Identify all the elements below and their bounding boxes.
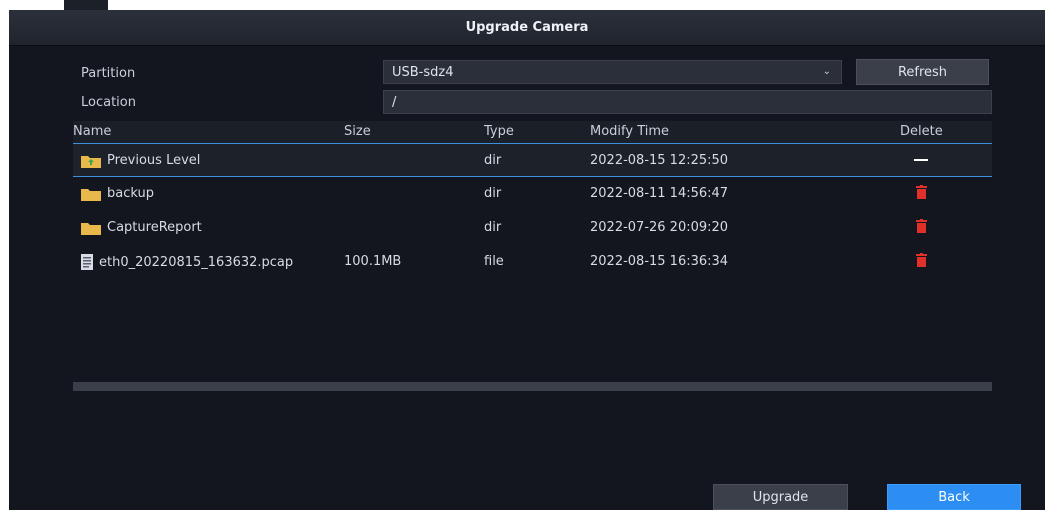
partition-select[interactable]: USB-sdz4 ⌄ bbox=[383, 60, 842, 84]
table-header: Name Size Type Modify Time Delete bbox=[73, 121, 992, 143]
location-value: / bbox=[392, 94, 397, 110]
dash-icon bbox=[914, 159, 928, 161]
back-button[interactable]: Back bbox=[887, 484, 1021, 510]
table-row-previous-level[interactable]: Previous Level dir 2022-08-15 12:25:50 bbox=[73, 143, 992, 177]
horizontal-scrollbar[interactable] bbox=[73, 382, 992, 391]
location-label: Location bbox=[81, 95, 136, 110]
row-modify-time: 2022-08-11 14:56:47 bbox=[590, 186, 729, 201]
refresh-button[interactable]: Refresh bbox=[856, 59, 989, 85]
row-name: Previous Level bbox=[107, 153, 201, 168]
trash-icon[interactable] bbox=[916, 185, 927, 203]
chevron-down-icon: ⌄ bbox=[822, 66, 831, 77]
column-header-modify-time[interactable]: Modify Time bbox=[590, 124, 669, 139]
file-icon bbox=[81, 254, 93, 270]
upgrade-button[interactable]: Upgrade bbox=[713, 484, 848, 510]
folder-icon bbox=[81, 187, 101, 201]
file-table: Name Size Type Modify Time Delete Previo… bbox=[73, 121, 992, 391]
location-field[interactable]: / bbox=[383, 90, 992, 114]
row-type: file bbox=[484, 254, 504, 269]
row-type: dir bbox=[484, 186, 502, 201]
folder-up-icon bbox=[81, 154, 101, 168]
partition-value: USB-sdz4 bbox=[392, 64, 454, 80]
trash-icon[interactable] bbox=[916, 219, 927, 237]
table-row-backup[interactable]: backup dir 2022-08-11 14:56:47 bbox=[73, 177, 992, 211]
row-name: backup bbox=[107, 186, 154, 201]
partition-label: Partition bbox=[81, 66, 136, 81]
trash-icon[interactable] bbox=[916, 253, 927, 271]
row-modify-time: 2022-08-15 12:25:50 bbox=[590, 153, 729, 168]
row-type: dir bbox=[484, 153, 502, 168]
row-size: 100.1MB bbox=[344, 254, 402, 269]
column-header-type[interactable]: Type bbox=[484, 124, 514, 139]
table-row-capturereport[interactable]: CaptureReport dir 2022-07-26 20:09:20 bbox=[73, 211, 992, 245]
column-header-delete: Delete bbox=[900, 124, 943, 139]
row-modify-time: 2022-07-26 20:09:20 bbox=[590, 220, 729, 235]
row-type: dir bbox=[484, 220, 502, 235]
upgrade-camera-dialog: Upgrade Camera Partition USB-sdz4 ⌄ Refr… bbox=[9, 10, 1045, 510]
row-name: CaptureReport bbox=[107, 220, 202, 235]
row-modify-time: 2022-08-15 16:36:34 bbox=[590, 254, 729, 269]
column-header-name[interactable]: Name bbox=[73, 124, 111, 139]
folder-icon bbox=[81, 221, 101, 235]
dialog-title-bar: Upgrade Camera bbox=[9, 10, 1045, 46]
table-row-pcap-file[interactable]: eth0_20220815_163632.pcap 100.1MB file 2… bbox=[73, 245, 992, 279]
dialog-title: Upgrade Camera bbox=[465, 20, 589, 35]
column-header-size[interactable]: Size bbox=[344, 124, 371, 139]
row-name: eth0_20220815_163632.pcap bbox=[99, 254, 294, 270]
